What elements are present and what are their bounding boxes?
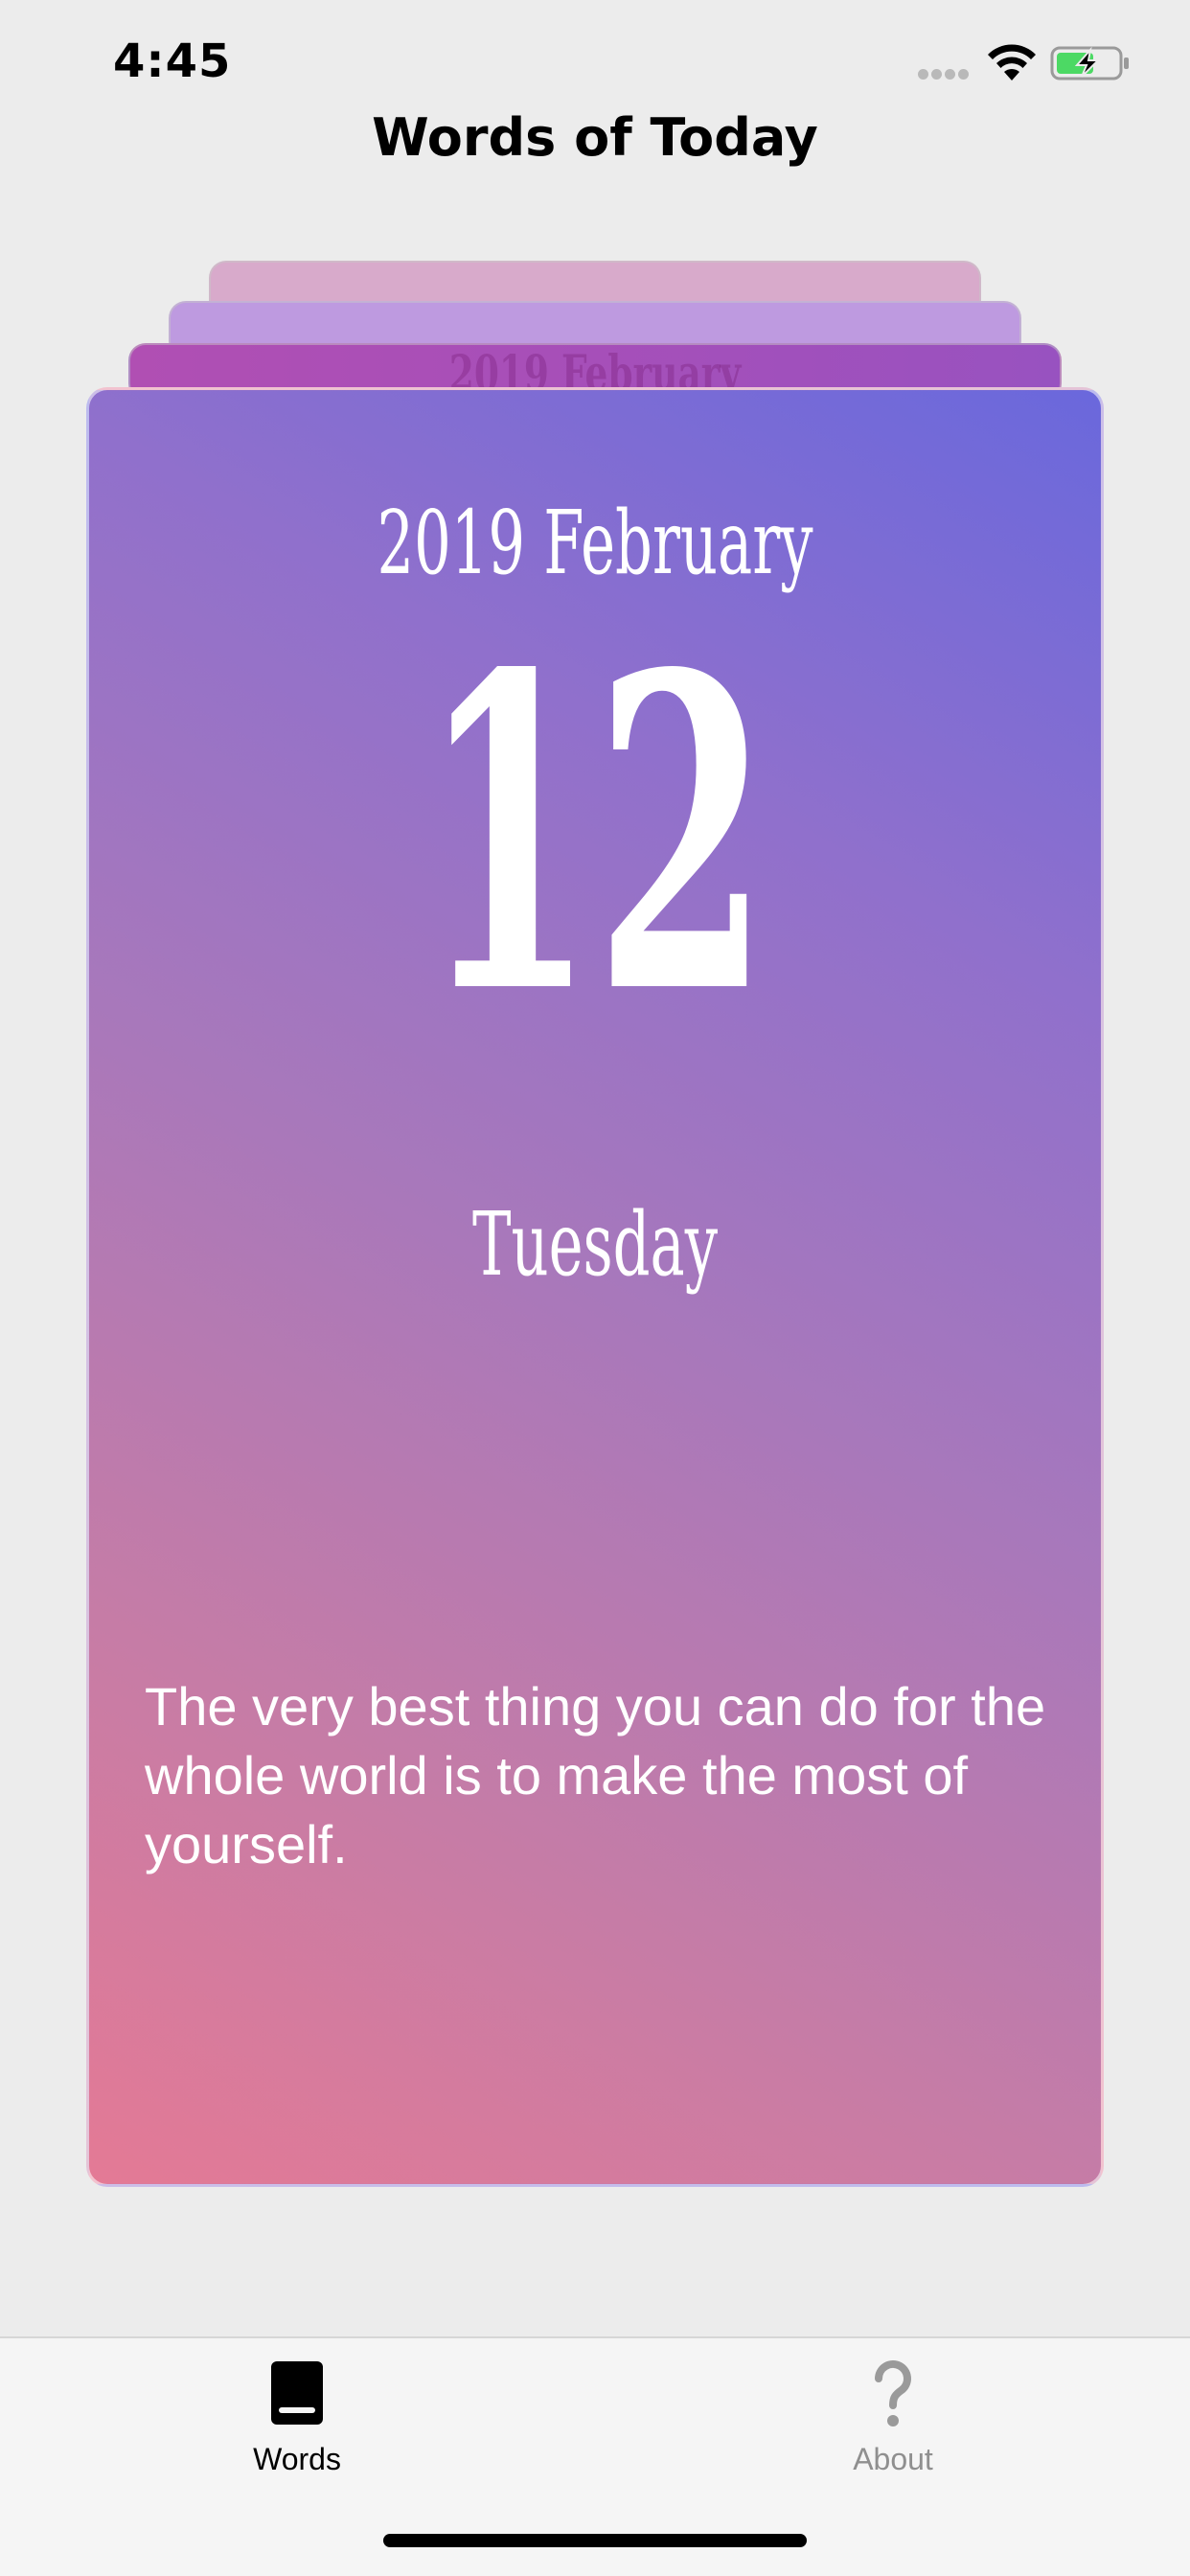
tab-about[interactable]: About <box>749 2356 1037 2509</box>
card-day-number: 12 <box>421 582 769 1089</box>
home-indicator[interactable] <box>383 2534 807 2547</box>
card-quote: The very best thing you can do for the w… <box>145 1676 1046 1874</box>
question-mark-icon <box>875 2360 911 2426</box>
tab-words-label: Words <box>253 2442 341 2476</box>
battery-charging-icon <box>1050 46 1129 80</box>
book-icon <box>271 2361 323 2425</box>
status-bar: 4:45 <box>0 0 1190 125</box>
wifi-icon <box>988 44 1036 80</box>
card-weekday: Tuesday <box>471 1193 719 1296</box>
status-time: 4:45 <box>113 34 232 88</box>
tab-words[interactable]: Words <box>153 2356 441 2509</box>
calendar-card[interactable]: 2019 February 12 Tuesday The very best t… <box>86 387 1104 2187</box>
page-title: Words of Today <box>372 107 818 168</box>
card-month: 2019 February <box>377 492 813 594</box>
cellular-signal-icon <box>918 65 973 80</box>
tab-about-label: About <box>853 2442 933 2476</box>
